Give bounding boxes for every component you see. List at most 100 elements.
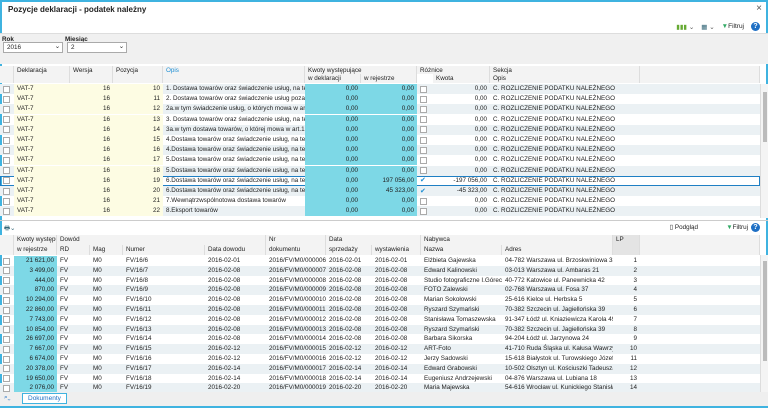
table-row[interactable]: VAT-7 16 10 1. Dostawa towarów oraz świadcz… (0, 84, 760, 94)
column-header-dowod[interactable]: Dowód (57, 235, 266, 245)
row-checkbox[interactable] (3, 326, 10, 334)
row-checkbox[interactable] (3, 126, 10, 134)
rok-select[interactable]: 2016 ⌄ (3, 42, 63, 53)
table-row[interactable]: 3 499,00 FV M0 FV/16/7 2016-02-08 2016/FV/M0/… (0, 265, 760, 276)
column-header-mag[interactable]: Mag (90, 245, 123, 255)
table-row[interactable]: VAT-7 16 20 6.Dostawa towarów oraz świadcze… (0, 186, 760, 196)
row-checkbox[interactable] (3, 365, 10, 373)
column-header-nazwa[interactable]: Nazwa (421, 245, 502, 255)
row-checkbox[interactable] (3, 267, 10, 275)
row-checkbox[interactable] (3, 345, 10, 353)
difference-checkbox[interactable] (420, 146, 427, 154)
column-header-wersja[interactable]: Wersja (70, 66, 113, 83)
table-row[interactable]: 10 294,00 FV M0 FV/16/10 2016-02-08 2016/FV/M… (0, 295, 760, 305)
table-row[interactable]: 10 854,00 FV M0 FV/16/13 2016-02-08 2016/FV/M… (0, 324, 760, 335)
column-header-numer[interactable]: Numer (123, 245, 205, 255)
table-row[interactable]: VAT-7 16 15 4.Dostawa towarów oraz świadcze… (0, 135, 760, 145)
table-row[interactable]: 7 667,00 FV M0 FV/16/15 2016-02-12 2016/FV/M0… (0, 344, 760, 354)
table-row[interactable]: VAT-7 16 12 2a.w tym świadczenie usług, o k… (0, 104, 760, 115)
grid2-scrollbar[interactable] (760, 255, 768, 392)
row-checkbox[interactable] (3, 257, 10, 265)
difference-checkbox[interactable] (420, 116, 427, 124)
calculator-icon[interactable]: ▦ ⌄ (701, 23, 714, 31)
header-select-all[interactable] (0, 66, 14, 83)
table-row[interactable]: 19 650,00 FV M0 FV/16/18 2016-02-14 2016/FV/M… (0, 373, 760, 384)
table-row[interactable]: VAT-7 16 18 5.Dostawa towarów oraz świadcze… (0, 165, 760, 176)
grid1-scrollbar[interactable] (760, 84, 768, 218)
table-row[interactable]: VAT-7 16 14 3a.w tym dostawa towarów, o któ… (0, 124, 760, 135)
column-header-deklaracja[interactable]: Deklaracja (14, 66, 70, 83)
row-checkbox[interactable] (3, 167, 10, 175)
row-checkbox[interactable] (3, 95, 10, 103)
filter-button-2[interactable]: ▼Filtruj (726, 224, 748, 231)
column-header-dokumentu[interactable]: dokumentu (266, 245, 326, 255)
column-header-sekcja[interactable]: Sekcja (490, 66, 640, 74)
row-checkbox[interactable] (3, 296, 10, 304)
table-row[interactable]: VAT-7 16 11 2. Dostawa towarów oraz świadcz… (0, 94, 760, 105)
column-header-w-rejestrze[interactable]: w rejestrze (361, 74, 417, 83)
bar-chart-icon[interactable]: ▮▮▮ ⌄ (676, 23, 694, 31)
row-checkbox[interactable] (3, 136, 10, 144)
header-select-all[interactable] (0, 235, 14, 255)
column-header-nabywca[interactable]: Nabywca (421, 235, 613, 245)
table-row[interactable]: 26 697,00 FV M0 FV/16/14 2016-02-08 2016/FV/M… (0, 334, 760, 345)
column-header-w-rejestrze[interactable]: w rejestrze (14, 245, 57, 255)
table-row[interactable]: VAT-7 16 21 7.Wewnątrzwspólnotowa dostawa t… (0, 196, 760, 207)
table-row[interactable]: 20 378,00 FV M0 FV/16/17 2016-02-14 2016/FV/M… (0, 363, 760, 374)
row-checkbox[interactable] (3, 277, 10, 285)
column-header-lp[interactable]: LP (613, 235, 640, 255)
table-row[interactable]: VAT-7 16 13 3. Dostawa towarów oraz świadcz… (0, 114, 760, 125)
row-checkbox[interactable] (3, 105, 10, 113)
row-checkbox[interactable] (3, 316, 10, 324)
row-checkbox[interactable] (3, 85, 10, 93)
column-header-rd[interactable]: RD (57, 245, 90, 255)
row-checkbox[interactable] (3, 197, 10, 205)
column-header-kwoty[interactable]: Kwoty występujące (305, 66, 417, 74)
close-icon[interactable]: × (756, 3, 762, 14)
row-checkbox[interactable] (3, 355, 10, 363)
row-checkbox[interactable] (3, 207, 10, 215)
table-row[interactable]: 444,00 FV M0 FV/16/8 2016-02-08 2016/FV/M0/00… (0, 275, 760, 286)
column-header-w-deklaracji[interactable]: w deklaracji (305, 74, 361, 83)
table-row[interactable]: VAT-7 16 19 6.Dostawa towarów oraz świadcze… (0, 175, 760, 186)
filter-button[interactable]: ▼Filtruj (722, 23, 744, 30)
row-checkbox[interactable] (3, 146, 10, 154)
row-checkbox[interactable] (3, 375, 10, 383)
help-icon[interactable]: ? (751, 223, 760, 232)
difference-checkbox[interactable] (420, 95, 427, 103)
difference-checkbox[interactable]: ✔ (420, 188, 427, 195)
column-header-sekcja-opis[interactable]: Opis (490, 74, 640, 83)
difference-checkbox[interactable] (420, 105, 427, 113)
column-header-data-dowodu[interactable]: Data dowodu (205, 245, 266, 255)
search-icon[interactable]: ⌕⌄ (4, 394, 11, 402)
difference-checkbox[interactable] (420, 167, 427, 175)
preview-button[interactable]: ▯ Podgląd (670, 224, 698, 231)
row-checkbox[interactable] (3, 384, 10, 392)
column-header-pozycja[interactable]: Pozycja (113, 66, 163, 83)
row-checkbox[interactable] (3, 286, 10, 294)
table-row[interactable]: 6 674,00 FV M0 FV/16/16 2016-02-12 2016/FV/M0… (0, 354, 760, 364)
table-row[interactable]: 22 860,00 FV M0 FV/16/11 2016-02-08 2016/FV/M… (0, 305, 760, 315)
printer-icon[interactable]: 🖶⌄ (4, 223, 15, 234)
difference-checkbox[interactable] (420, 207, 427, 215)
row-checkbox[interactable] (3, 335, 10, 343)
table-row[interactable]: VAT-7 16 22 8.Eksport towarów 0,00 0,00 0,00 C.… (0, 206, 760, 217)
table-row[interactable]: VAT-7 16 17 5.Dostawa towarów oraz świadcze… (0, 155, 760, 166)
column-header-kwoty[interactable]: Kwoty występujące (14, 235, 57, 245)
row-checkbox[interactable] (3, 116, 10, 124)
column-header-wystawienia[interactable]: wystawienia (372, 245, 421, 255)
miesiac-select[interactable]: 2 ⌄ (67, 42, 127, 53)
difference-checkbox[interactable] (420, 197, 427, 205)
table-row[interactable]: VAT-7 16 16 4.Dostawa towarów oraz świadcze… (0, 145, 760, 156)
difference-checkbox[interactable] (420, 156, 427, 164)
help-icon[interactable]: ? (751, 22, 760, 31)
difference-checkbox[interactable]: ✔ (420, 177, 427, 184)
column-header-kwota[interactable]: Kwota (433, 74, 490, 83)
column-header-adres[interactable]: Adres (502, 245, 613, 255)
row-checkbox[interactable] (3, 306, 10, 314)
column-header-opis[interactable]: Opis (163, 66, 305, 83)
table-row[interactable]: 870,00 FV M0 FV/16/9 2016-02-08 2016/FV/M0/00… (0, 285, 760, 296)
table-row[interactable]: 21 621,00 FV M0 FV/16/6 2016-02-01 2016/FV/M0… (0, 256, 760, 266)
difference-checkbox[interactable] (420, 85, 427, 93)
table-row[interactable]: 7 743,00 FV M0 FV/16/12 2016-02-08 2016/FV/M0… (0, 314, 760, 325)
